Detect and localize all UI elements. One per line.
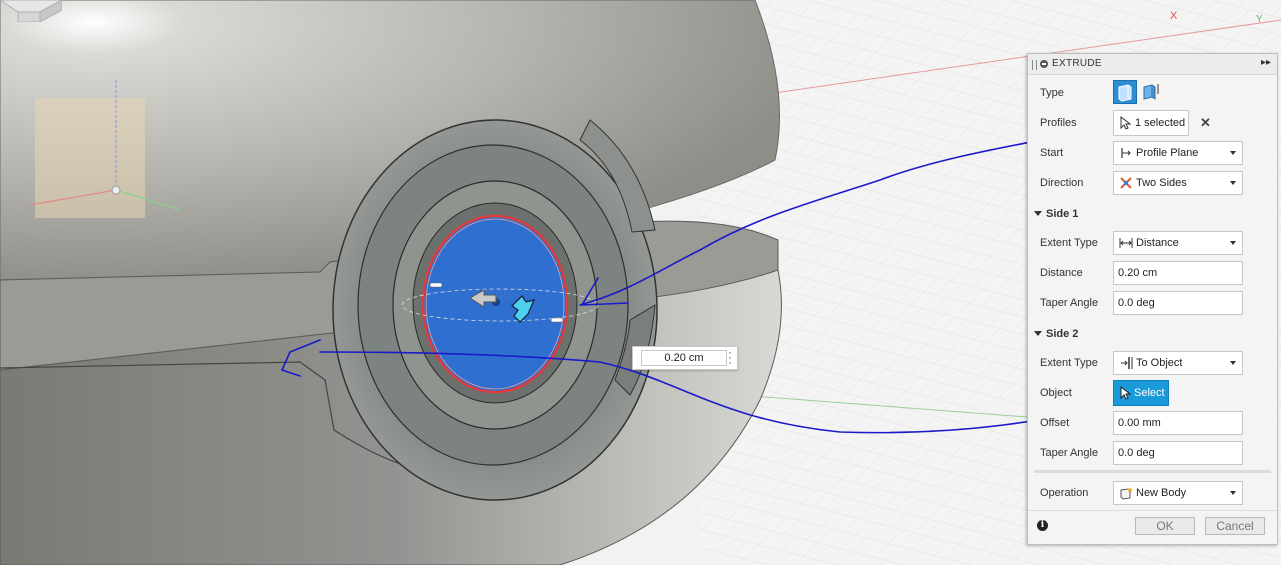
profiles-row: Profiles 1 selected ✕ bbox=[1028, 110, 1277, 136]
profiles-label: Profiles bbox=[1040, 117, 1077, 129]
section-divider bbox=[1034, 470, 1271, 473]
side-1-extent-row: Extent Type Distance bbox=[1028, 230, 1277, 256]
side-2-extent-value: To Object bbox=[1136, 357, 1183, 369]
direction-dropdown[interactable]: Two Sides bbox=[1113, 171, 1243, 195]
info-icon[interactable]: i bbox=[1037, 520, 1048, 531]
viewcube-icon[interactable] bbox=[0, 0, 62, 22]
start-dropdown[interactable]: Profile Plane bbox=[1113, 141, 1243, 165]
operation-row: Operation New Body bbox=[1028, 480, 1277, 506]
type-row: Type bbox=[1028, 80, 1277, 106]
type-solid-button[interactable] bbox=[1113, 80, 1137, 104]
ok-button[interactable]: OK bbox=[1135, 517, 1195, 535]
start-value: Profile Plane bbox=[1136, 147, 1199, 159]
side-2-object-row: Object Select bbox=[1028, 380, 1277, 406]
section-collapse-icon bbox=[1034, 211, 1042, 216]
expand-double-arrow-icon[interactable]: ▸▸ bbox=[1261, 57, 1271, 68]
side-1-distance-label: Distance bbox=[1040, 267, 1083, 279]
dialog-header[interactable]: EXTRUDE ▸▸ bbox=[1028, 54, 1277, 75]
side-1-section-header[interactable]: Side 1 bbox=[1028, 204, 1277, 224]
new-body-icon bbox=[1120, 487, 1133, 500]
side-2-taper-input[interactable] bbox=[1113, 441, 1243, 465]
side-2-offset-row: Offset bbox=[1028, 410, 1277, 436]
chevron-down-icon bbox=[1230, 491, 1236, 495]
chevron-down-icon bbox=[1230, 241, 1236, 245]
direction-label: Direction bbox=[1040, 177, 1084, 189]
distance-icon bbox=[1119, 238, 1133, 248]
thin-extrude-icon bbox=[1143, 84, 1159, 100]
side-1-extent-dropdown[interactable]: Distance bbox=[1113, 231, 1243, 255]
drag-handle-icon[interactable] bbox=[1032, 60, 1037, 70]
to-object-icon bbox=[1121, 357, 1133, 369]
side-1-distance-input[interactable] bbox=[1113, 261, 1243, 285]
distance-dimension-box: ··· bbox=[632, 346, 738, 370]
side-2-offset-label: Offset bbox=[1040, 417, 1070, 429]
distance-dimension-input[interactable] bbox=[641, 350, 727, 366]
two-sides-icon bbox=[1120, 177, 1132, 189]
side-1-taper-row: Taper Angle bbox=[1028, 290, 1277, 316]
side-2-extent-dropdown[interactable]: To Object bbox=[1113, 351, 1243, 375]
profiles-value: 1 selected bbox=[1135, 117, 1186, 129]
more-options-icon[interactable]: · · · bbox=[728, 346, 732, 368]
side-2-extent-label: Extent Type bbox=[1040, 357, 1098, 369]
object-select-button[interactable]: Select bbox=[1113, 380, 1169, 406]
solid-extrude-icon bbox=[1118, 84, 1132, 102]
footer-divider bbox=[1028, 510, 1277, 511]
type-label: Type bbox=[1040, 87, 1064, 99]
clear-selection-icon[interactable]: ✕ bbox=[1200, 115, 1211, 131]
side-2-offset-input[interactable] bbox=[1113, 411, 1243, 435]
chevron-down-icon bbox=[1230, 151, 1236, 155]
type-thin-button[interactable] bbox=[1140, 80, 1164, 104]
y-axis-label: Y bbox=[1256, 14, 1263, 25]
chevron-down-icon bbox=[1230, 181, 1236, 185]
profile-plane-icon bbox=[1121, 148, 1131, 158]
side-2-section-header[interactable]: Side 2 bbox=[1028, 324, 1277, 344]
object-select-label: Select bbox=[1134, 387, 1165, 399]
chevron-down-icon bbox=[1230, 361, 1236, 365]
side-1-taper-label: Taper Angle bbox=[1040, 297, 1099, 309]
operation-value: New Body bbox=[1136, 487, 1187, 499]
operation-label: Operation bbox=[1040, 487, 1089, 499]
side-2-extent-row: Extent Type To Object bbox=[1028, 350, 1277, 376]
x-axis-label: X bbox=[1170, 10, 1178, 22]
start-row: Start Profile Plane bbox=[1028, 140, 1277, 166]
operation-dropdown[interactable]: New Body bbox=[1113, 481, 1243, 505]
side-1-title: Side 1 bbox=[1046, 208, 1079, 220]
side-2-object-label: Object bbox=[1040, 387, 1072, 399]
side-2-taper-label: Taper Angle bbox=[1040, 447, 1099, 459]
collapse-circle-icon[interactable] bbox=[1040, 60, 1048, 68]
cancel-button[interactable]: Cancel bbox=[1205, 517, 1265, 535]
profiles-selection-button[interactable]: 1 selected bbox=[1113, 110, 1189, 136]
side-2-taper-row: Taper Angle bbox=[1028, 440, 1277, 466]
direction-row: Direction Two Sides bbox=[1028, 170, 1277, 196]
side-1-extent-label: Extent Type bbox=[1040, 237, 1098, 249]
side-1-taper-input[interactable] bbox=[1113, 291, 1243, 315]
cursor-arrow-icon bbox=[1120, 386, 1132, 400]
direction-value: Two Sides bbox=[1136, 177, 1187, 189]
side-2-title: Side 2 bbox=[1046, 328, 1079, 340]
side-1-extent-value: Distance bbox=[1136, 237, 1179, 249]
side-1-distance-row: Distance bbox=[1028, 260, 1277, 286]
cursor-arrow-icon bbox=[1120, 116, 1132, 130]
section-collapse-icon bbox=[1034, 331, 1042, 336]
dialog-title: EXTRUDE bbox=[1052, 58, 1102, 69]
extrude-dialog: EXTRUDE ▸▸ Type Profiles 1 selected ✕ St… bbox=[1027, 53, 1278, 545]
start-label: Start bbox=[1040, 147, 1064, 159]
